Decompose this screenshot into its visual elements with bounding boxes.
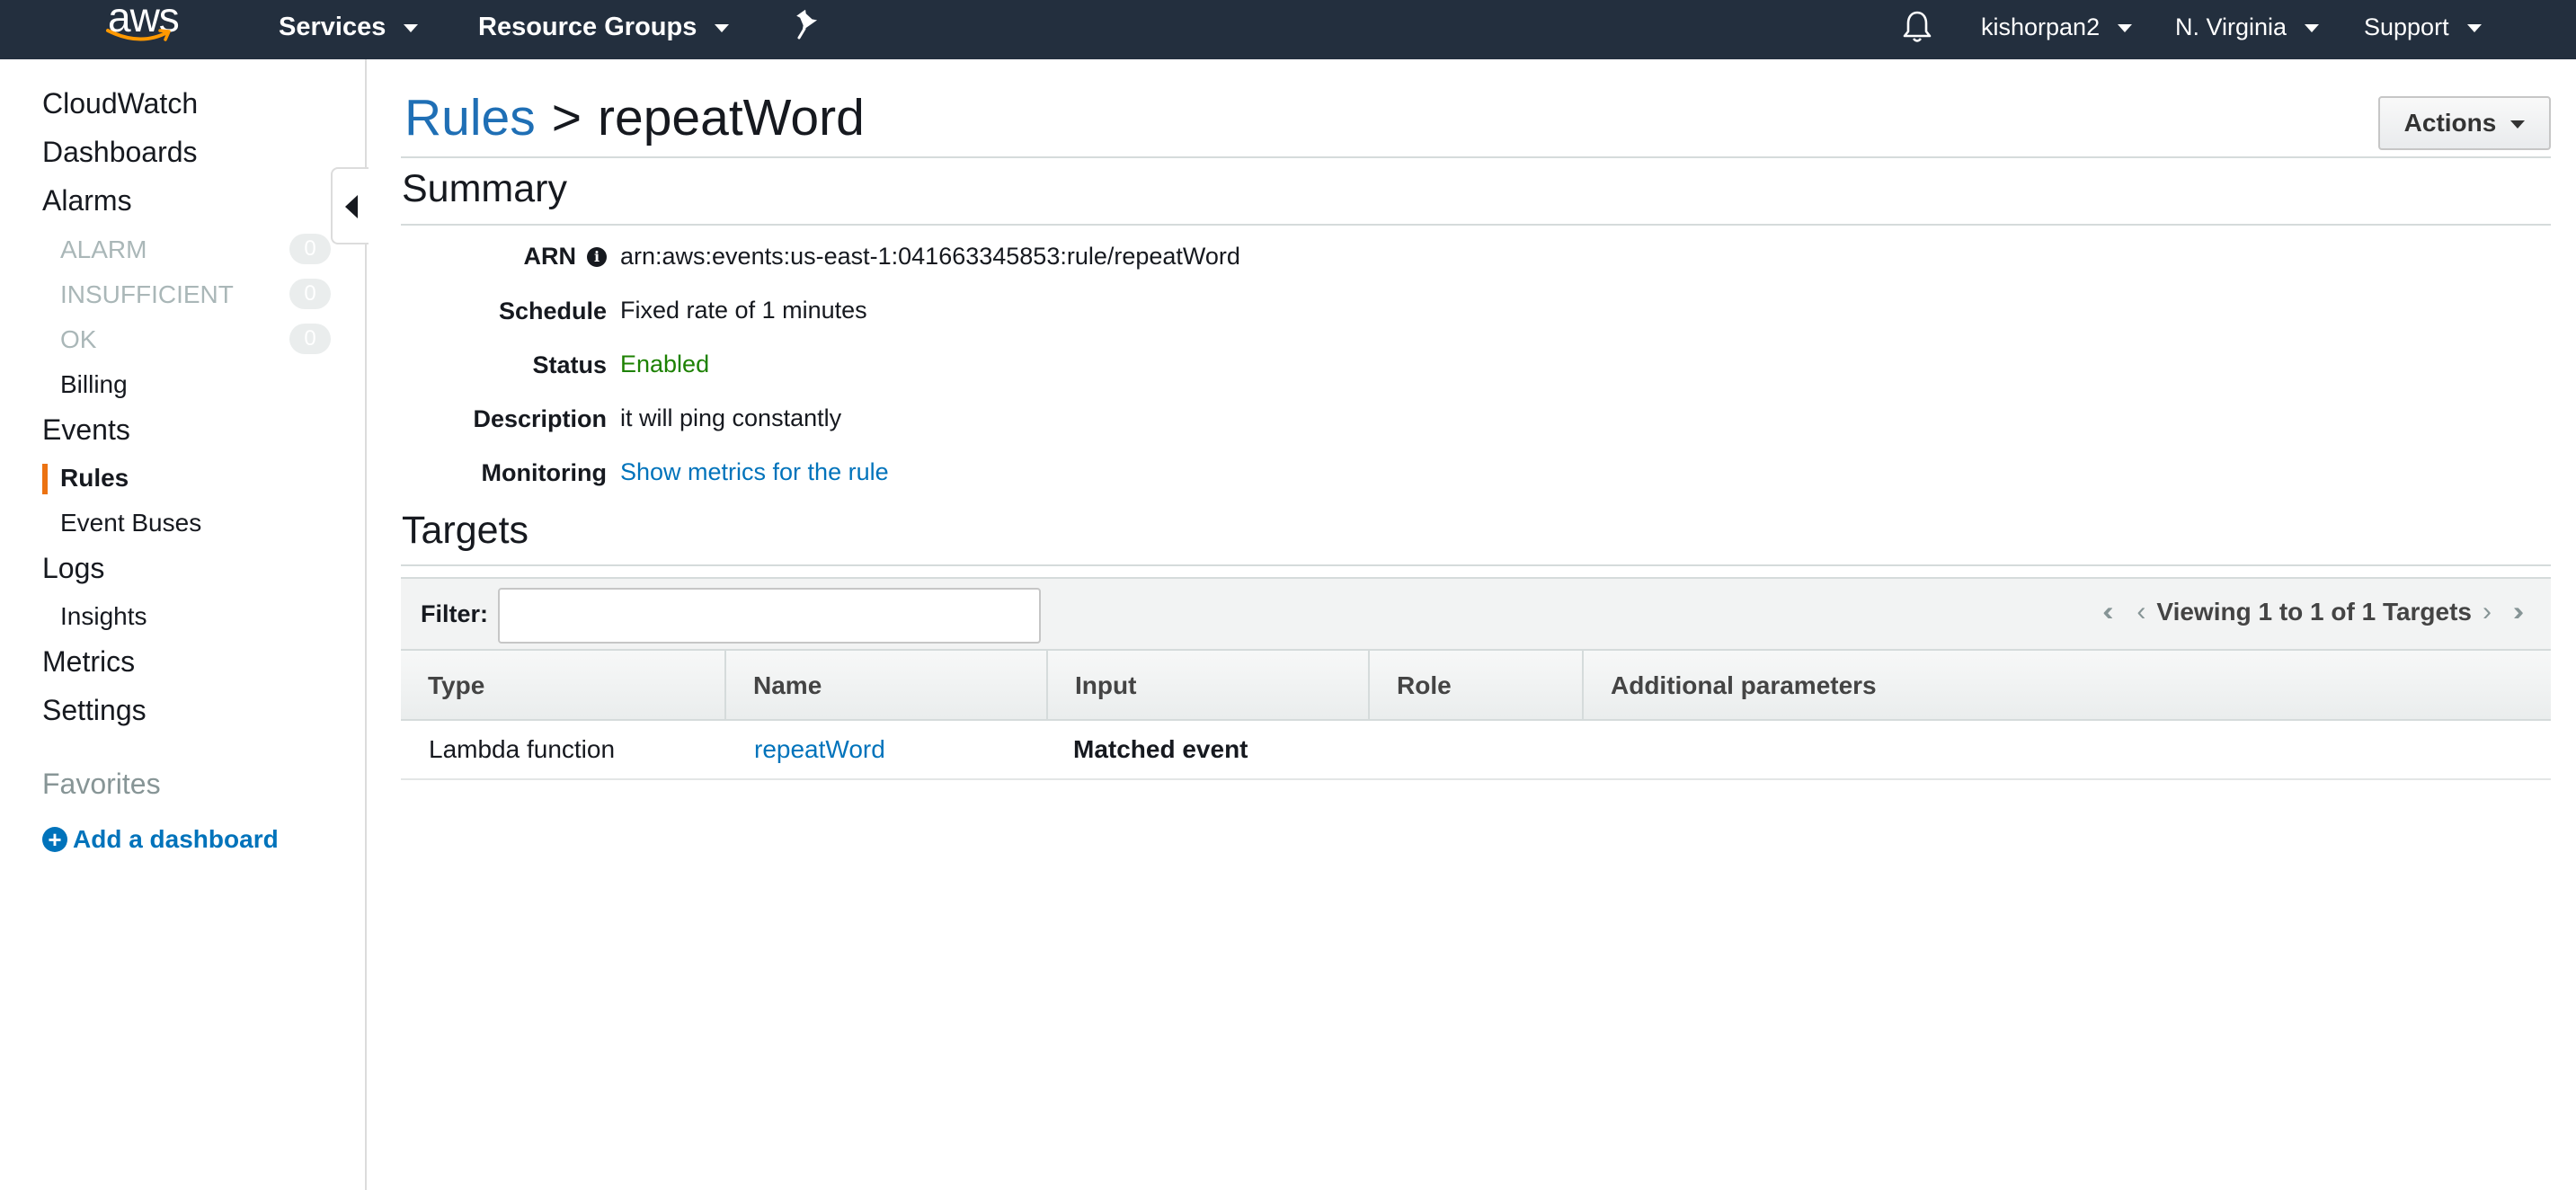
filter-input[interactable] bbox=[498, 588, 1041, 644]
target-type-cell: Lambda function bbox=[429, 735, 616, 763]
chevron-down-icon bbox=[2466, 24, 2482, 32]
aws-smile-icon bbox=[106, 29, 171, 41]
services-menu[interactable]: Services bbox=[279, 9, 419, 45]
schedule-label: Schedule bbox=[498, 298, 607, 324]
column-header-type[interactable]: Type bbox=[401, 651, 726, 721]
first-page-icon[interactable]: ‹‹ bbox=[2102, 597, 2113, 627]
add-dashboard-link[interactable]: + Add a dashboard bbox=[42, 825, 279, 854]
sidebar-item-event-buses[interactable]: Event Buses bbox=[60, 509, 201, 537]
sidebar: CloudWatch Dashboards Alarms ALARM 0 INS… bbox=[0, 59, 367, 1190]
alarm-count-badge: 0 bbox=[289, 234, 331, 264]
sidebar-item-alarm-state-ok[interactable]: OK bbox=[60, 325, 96, 354]
chevron-down-icon bbox=[2510, 120, 2526, 129]
breadcrumb-separator: > bbox=[551, 89, 582, 147]
summary-heading: Summary bbox=[402, 167, 567, 210]
plus-circle-icon: + bbox=[42, 827, 67, 852]
breadcrumb-rules-link[interactable]: Rules bbox=[404, 89, 536, 147]
description-value: it will ping constantly bbox=[620, 404, 842, 431]
monitoring-label: Monitoring bbox=[481, 459, 607, 486]
target-input-cell: Matched event bbox=[1073, 735, 1248, 763]
title-divider bbox=[401, 156, 2551, 158]
sidebar-item-insights[interactable]: Insights bbox=[60, 602, 147, 631]
user-menu[interactable]: kishorpan2 bbox=[1981, 9, 2133, 45]
sidebar-item-alarm-state-insufficient[interactable]: INSUFFICIENT bbox=[60, 280, 234, 309]
sidebar-item-events[interactable]: Events bbox=[42, 413, 130, 447]
next-page-icon[interactable]: › bbox=[2483, 597, 2492, 627]
arn-label: ARN i bbox=[523, 243, 607, 271]
ok-count-badge: 0 bbox=[289, 324, 331, 354]
caret-left-icon bbox=[345, 195, 358, 218]
chevron-down-icon bbox=[404, 24, 419, 32]
chevron-down-icon bbox=[2118, 24, 2133, 32]
filter-label: Filter: bbox=[421, 600, 489, 627]
top-navigation-bar: aws Services Resource Groups kishorpan2 … bbox=[0, 0, 2576, 59]
services-label: Services bbox=[279, 12, 386, 41]
favorites-heading: Favorites bbox=[42, 768, 161, 800]
pin-icon[interactable] bbox=[794, 7, 821, 41]
column-header-input[interactable]: Input bbox=[1048, 651, 1370, 721]
column-header-name[interactable]: Name bbox=[726, 651, 1048, 721]
target-name-link[interactable]: repeatWord bbox=[754, 721, 885, 778]
table-row: Lambda function repeatWord Matched event bbox=[401, 721, 2551, 780]
region-menu[interactable]: N. Virginia bbox=[2175, 9, 2320, 45]
support-label: Support bbox=[2364, 13, 2449, 40]
chevron-down-icon bbox=[2305, 24, 2320, 32]
info-icon[interactable]: i bbox=[587, 246, 607, 267]
sidebar-item-dashboards[interactable]: Dashboards bbox=[42, 136, 198, 169]
rule-name-title: repeatWord bbox=[598, 89, 865, 147]
status-label: Status bbox=[532, 351, 607, 378]
collapse-sidebar-button[interactable] bbox=[331, 167, 369, 244]
sidebar-item-alarm-state-alarm[interactable]: ALARM bbox=[60, 235, 147, 264]
actions-button[interactable]: Actions bbox=[2378, 96, 2551, 150]
summary-divider bbox=[401, 224, 2551, 226]
pagination: ‹‹ ‹ Viewing 1 to 1 of 1 Targets › ›› bbox=[2092, 597, 2533, 627]
sidebar-item-alarms[interactable]: Alarms bbox=[42, 184, 132, 218]
sidebar-item-rules[interactable]: Rules bbox=[60, 464, 129, 493]
sidebar-item-billing[interactable]: Billing bbox=[60, 370, 128, 399]
description-label: Description bbox=[473, 405, 607, 432]
region-label: N. Virginia bbox=[2175, 13, 2287, 40]
previous-page-icon[interactable]: ‹ bbox=[2136, 597, 2145, 627]
schedule-value: Fixed rate of 1 minutes bbox=[620, 297, 867, 324]
targets-filter-bar: Filter: ‹‹ ‹ Viewing 1 to 1 of 1 Targets… bbox=[401, 577, 2551, 649]
add-dashboard-label: Add a dashboard bbox=[73, 825, 279, 853]
page-title: Rules > repeatWord bbox=[404, 88, 865, 147]
sidebar-item-metrics[interactable]: Metrics bbox=[42, 645, 135, 679]
arn-value: arn:aws:events:us-east-1:041663345853:ru… bbox=[620, 243, 1240, 270]
actions-label: Actions bbox=[2403, 109, 2497, 137]
last-page-icon[interactable]: ›› bbox=[2513, 597, 2524, 627]
insufficient-count-badge: 0 bbox=[289, 279, 331, 309]
targets-divider bbox=[401, 564, 2551, 566]
sidebar-item-settings[interactable]: Settings bbox=[42, 694, 147, 727]
sidebar-item-logs[interactable]: Logs bbox=[42, 552, 104, 585]
aws-logo[interactable]: aws bbox=[101, 0, 187, 49]
column-header-additional-parameters[interactable]: Additional parameters bbox=[1584, 651, 2551, 721]
active-item-indicator bbox=[42, 464, 48, 494]
arn-label-text: ARN bbox=[523, 243, 577, 270]
support-menu[interactable]: Support bbox=[2364, 9, 2482, 45]
status-value: Enabled bbox=[620, 351, 710, 377]
user-label: kishorpan2 bbox=[1981, 13, 2101, 40]
notification-bell-icon[interactable] bbox=[1902, 9, 1932, 45]
chevron-down-icon bbox=[715, 24, 730, 32]
sidebar-item-cloudwatch[interactable]: CloudWatch bbox=[42, 87, 198, 120]
pagination-status: Viewing 1 to 1 of 1 Targets bbox=[2156, 598, 2473, 626]
show-metrics-link[interactable]: Show metrics for the rule bbox=[620, 458, 889, 486]
resource-groups-label: Resource Groups bbox=[478, 12, 697, 41]
resource-groups-menu[interactable]: Resource Groups bbox=[478, 9, 730, 45]
targets-heading: Targets bbox=[402, 509, 529, 552]
column-header-role[interactable]: Role bbox=[1370, 651, 1584, 721]
targets-table-header: Type Name Input Role Additional paramete… bbox=[401, 649, 2551, 721]
